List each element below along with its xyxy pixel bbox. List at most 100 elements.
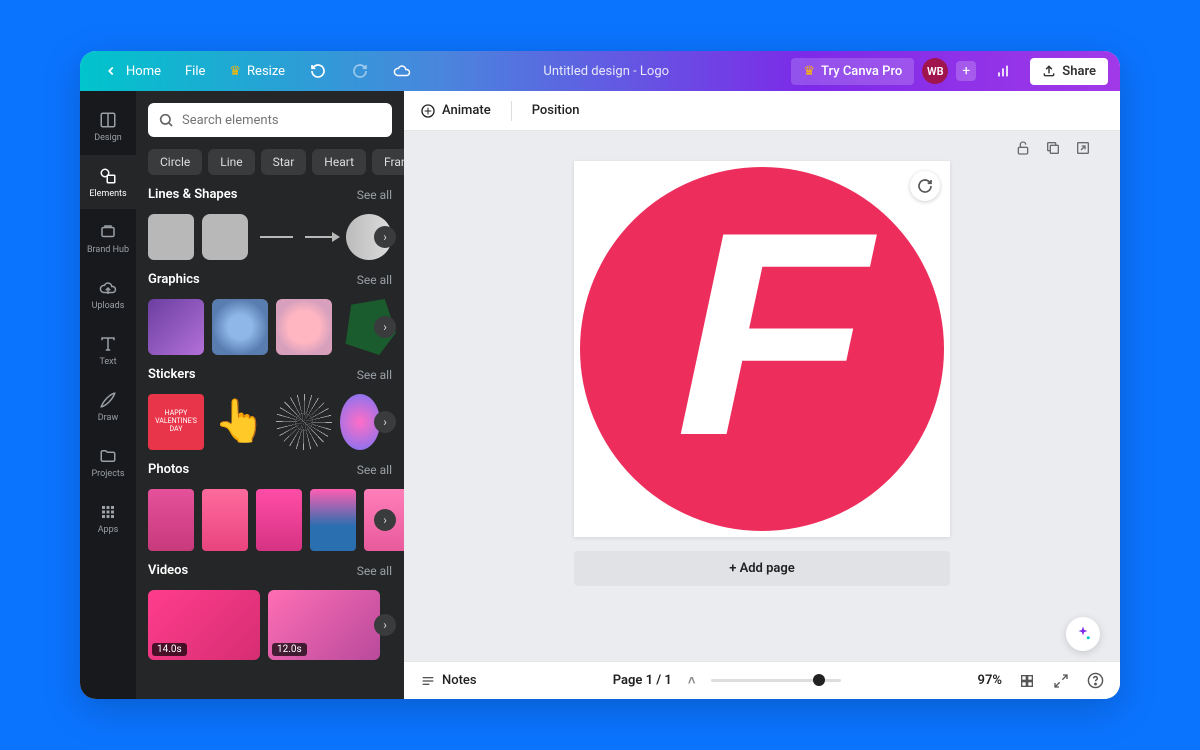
top-bar: Home File ♛ Resize Untitled design - Log… bbox=[80, 51, 1120, 91]
shape-line[interactable] bbox=[260, 236, 293, 238]
magic-button[interactable] bbox=[1066, 617, 1100, 651]
section-title-photos: Photos bbox=[148, 462, 189, 477]
nav-uploads[interactable]: Uploads bbox=[80, 267, 136, 321]
sparkle-icon bbox=[420, 103, 436, 119]
photo-thumb[interactable] bbox=[148, 489, 194, 551]
upload-icon bbox=[1042, 64, 1056, 78]
logo-letter[interactable]: F bbox=[675, 189, 870, 479]
section-title-videos: Videos bbox=[148, 563, 188, 578]
sticker-thumb[interactable] bbox=[276, 394, 332, 450]
home-label: Home bbox=[126, 64, 161, 79]
grid-view-icon[interactable] bbox=[1018, 672, 1036, 690]
avatar[interactable]: WB bbox=[922, 58, 948, 84]
shape-rounded-square[interactable] bbox=[202, 214, 248, 260]
nav-elements[interactable]: Elements bbox=[80, 155, 136, 209]
add-page-button[interactable]: + Add page bbox=[574, 551, 950, 586]
nav-projects[interactable]: Projects bbox=[80, 435, 136, 489]
shape-square[interactable] bbox=[148, 214, 194, 260]
lines-shapes-row: › bbox=[148, 214, 392, 260]
video-thumb[interactable]: 14.0s bbox=[148, 590, 260, 660]
zoom-slider[interactable] bbox=[711, 679, 841, 682]
section-title-stickers: Stickers bbox=[148, 367, 196, 382]
graphics-row: › bbox=[148, 299, 392, 355]
see-all-graphics[interactable]: See all bbox=[357, 273, 392, 287]
animate-button[interactable]: Animate bbox=[420, 103, 491, 119]
photo-thumb[interactable] bbox=[310, 489, 356, 551]
lock-icon[interactable] bbox=[1014, 139, 1032, 157]
add-member-button[interactable]: + bbox=[956, 61, 976, 81]
row-scroll-right[interactable]: › bbox=[374, 614, 396, 636]
undo-icon bbox=[309, 62, 327, 80]
bottom-bar: Notes Page 1 / 1 ˄ 97% bbox=[404, 661, 1120, 699]
notes-icon bbox=[420, 673, 436, 689]
canvas-area: Animate Position F bbox=[404, 91, 1120, 699]
chevron-up-icon[interactable]: ˄ bbox=[688, 673, 696, 689]
folder-icon bbox=[98, 446, 118, 466]
elements-panel: Circle Line Star Heart Frame Lines & Sha… bbox=[136, 91, 404, 699]
photo-thumb[interactable] bbox=[256, 489, 302, 551]
context-toolbar: Animate Position bbox=[404, 91, 1120, 131]
chip-circle[interactable]: Circle bbox=[148, 149, 202, 175]
position-button[interactable]: Position bbox=[532, 103, 580, 118]
chart-icon bbox=[994, 62, 1012, 80]
row-scroll-right[interactable]: › bbox=[374, 509, 396, 531]
see-all-stickers[interactable]: See all bbox=[357, 368, 392, 382]
file-menu[interactable]: File bbox=[175, 58, 215, 85]
nav-apps[interactable]: Apps bbox=[80, 491, 136, 545]
grid-icon bbox=[98, 502, 118, 522]
sticker-thumb[interactable]: HAPPYVALENTINE'SDAY bbox=[148, 394, 204, 450]
see-all-photos[interactable]: See all bbox=[357, 463, 392, 477]
side-nav: Design Elements Brand Hub Uploads Text D… bbox=[80, 91, 136, 699]
nav-design[interactable]: Design bbox=[80, 99, 136, 153]
see-all-videos[interactable]: See all bbox=[357, 564, 392, 578]
search-input[interactable] bbox=[148, 103, 392, 137]
share-button[interactable]: Share bbox=[1030, 58, 1108, 85]
export-icon[interactable] bbox=[1074, 139, 1092, 157]
graphic-thumb[interactable] bbox=[148, 299, 204, 355]
zoom-value[interactable]: 97% bbox=[978, 673, 1002, 688]
sticker-thumb[interactable]: 👆 bbox=[212, 394, 268, 450]
chip-heart[interactable]: Heart bbox=[312, 149, 366, 175]
redo-icon bbox=[351, 62, 369, 80]
row-scroll-right[interactable]: › bbox=[374, 316, 396, 338]
chevron-left-icon bbox=[102, 62, 120, 80]
see-all-lines-shapes[interactable]: See all bbox=[357, 188, 392, 202]
resize-button[interactable]: ♛ Resize bbox=[219, 58, 295, 85]
graphic-thumb[interactable] bbox=[276, 299, 332, 355]
chip-line[interactable]: Line bbox=[208, 149, 254, 175]
shapes-icon bbox=[98, 166, 118, 186]
redo-button[interactable] bbox=[341, 56, 379, 86]
nav-brand-hub[interactable]: Brand Hub bbox=[80, 211, 136, 265]
stickers-row: HAPPYVALENTINE'SDAY 👆 › bbox=[148, 394, 392, 450]
back-button[interactable]: Home bbox=[92, 56, 171, 86]
text-icon bbox=[98, 334, 118, 354]
photo-thumb[interactable] bbox=[202, 489, 248, 551]
photos-row: › bbox=[148, 489, 392, 551]
duplicate-icon[interactable] bbox=[1044, 139, 1062, 157]
video-thumb[interactable]: 12.0s bbox=[268, 590, 380, 660]
undo-button[interactable] bbox=[299, 56, 337, 86]
nav-text[interactable]: Text bbox=[80, 323, 136, 377]
row-scroll-right[interactable]: › bbox=[374, 411, 396, 433]
shape-arrow[interactable] bbox=[305, 236, 338, 238]
try-pro-button[interactable]: ♛ Try Canva Pro bbox=[791, 58, 914, 85]
crown-icon: ♛ bbox=[803, 64, 815, 79]
chip-star[interactable]: Star bbox=[261, 149, 307, 175]
page-tools bbox=[404, 131, 1120, 157]
row-scroll-right[interactable]: › bbox=[374, 226, 396, 248]
help-icon[interactable] bbox=[1086, 672, 1104, 690]
section-title-graphics: Graphics bbox=[148, 272, 200, 287]
nav-draw[interactable]: Draw bbox=[80, 379, 136, 433]
canvas-page[interactable]: F bbox=[574, 161, 950, 537]
cloud-check-icon bbox=[393, 62, 411, 80]
cloud-sync-button[interactable] bbox=[383, 56, 421, 86]
document-title[interactable]: Untitled design - Logo bbox=[421, 64, 791, 79]
notes-button[interactable]: Notes bbox=[420, 673, 477, 689]
graphic-thumb[interactable] bbox=[212, 299, 268, 355]
regenerate-button[interactable] bbox=[910, 171, 940, 201]
fullscreen-icon[interactable] bbox=[1052, 672, 1070, 690]
crown-icon: ♛ bbox=[229, 64, 241, 79]
page-indicator: Page 1 / 1 bbox=[613, 673, 672, 688]
chip-frame[interactable]: Frame bbox=[372, 149, 404, 175]
insights-button[interactable] bbox=[984, 56, 1022, 86]
